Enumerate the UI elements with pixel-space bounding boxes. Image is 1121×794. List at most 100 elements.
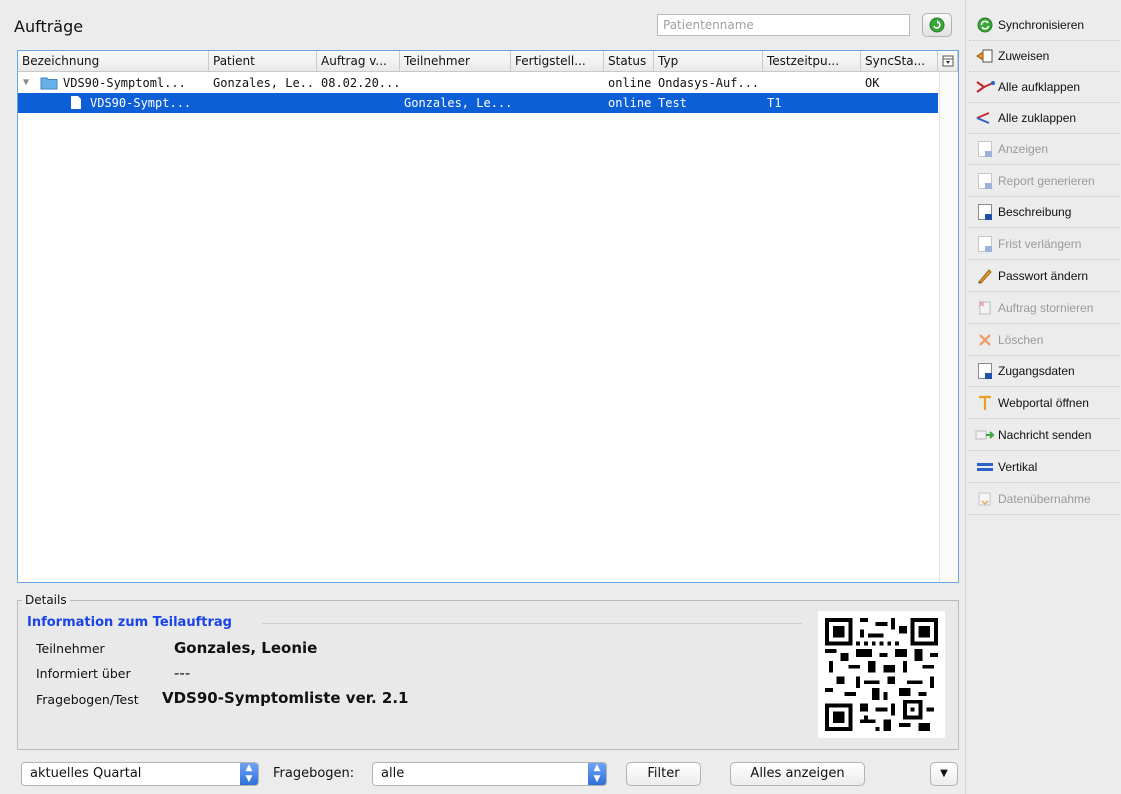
column-header-syncstatus[interactable]: SyncSta... (861, 51, 938, 72)
cell-status: online (608, 76, 652, 90)
sidebar-item-alle-aufklappen[interactable]: Alle aufklappen (969, 72, 1119, 103)
filter-button[interactable]: Filter (626, 762, 701, 786)
column-header-fertigstellung[interactable]: Fertigstell... (511, 51, 604, 72)
webportal-icon (975, 394, 995, 412)
qr-code (818, 611, 945, 738)
sidebar-item-label: Nachricht senden (998, 428, 1092, 442)
fragebogen-select-value: alle (381, 766, 405, 781)
patient-search-input[interactable]: Patientenname (657, 14, 910, 36)
extend-deadline-icon (975, 235, 995, 253)
sidebar-item-beschreibung[interactable]: Beschreibung (969, 197, 1119, 228)
details-legend: Details (22, 593, 70, 607)
sidebar-item-vertikal[interactable]: Vertikal (969, 452, 1119, 483)
period-select[interactable]: aktuelles Quartal ▲ ▼ (21, 762, 259, 786)
view-document-icon (975, 140, 995, 158)
sidebar-item-label: Anzeigen (998, 142, 1049, 156)
sidebar-item-label: Alle zuklappen (998, 111, 1077, 125)
column-header-testzeitpunkt[interactable]: Testzeitpu... (763, 51, 861, 72)
expand-triangle-icon[interactable]: ▼ (23, 73, 37, 93)
value-teilnehmer: Gonzales, Leonie (174, 639, 318, 657)
column-chooser-button[interactable] (938, 51, 958, 72)
column-header-auftrag[interactable]: Auftrag v... (317, 51, 400, 72)
refresh-icon (929, 17, 945, 33)
sidebar-item-loeschen[interactable]: Löschen (969, 325, 1119, 356)
cell-auftrag (321, 93, 400, 113)
delete-x-icon (975, 331, 995, 349)
value-fragebogen: VDS90-Symptomliste ver. 2.1 (162, 689, 409, 707)
sidebar-item-datenuebernahme[interactable]: Datenübernahme (969, 484, 1119, 515)
cell-bezeichnung: VDS90-Sympt... (90, 96, 192, 110)
sidebar-item-label: Synchronisieren (998, 18, 1085, 32)
more-options-button[interactable]: ▼ (930, 762, 958, 786)
column-header-status[interactable]: Status (604, 51, 654, 72)
column-header-teilnehmer[interactable]: Teilnehmer (400, 51, 511, 72)
sidebar-item-anzeigen[interactable]: Anzeigen (969, 134, 1119, 165)
fragebogen-label: Fragebogen: (273, 766, 355, 781)
select-arrows-icon: ▲ ▼ (240, 763, 258, 785)
column-header-typ[interactable]: Typ (654, 51, 763, 72)
cell-status: online (608, 96, 652, 110)
cell-patient: Gonzales, Le... (213, 76, 317, 90)
sidebar-item-zugangsdaten[interactable]: Zugangsdaten (969, 356, 1119, 387)
sync-icon (975, 16, 995, 34)
collapse-all-icon (975, 109, 995, 127)
vertical-scrollbar[interactable] (939, 72, 958, 582)
sidebar-item-auftrag-stornieren[interactable]: Auftrag stornieren (969, 293, 1119, 324)
folder-icon (40, 73, 60, 93)
sidebar-item-label: Alle aufklappen (998, 80, 1081, 94)
assign-icon (975, 47, 995, 65)
cell-testzeitpunkt: T1 (767, 96, 782, 110)
cancel-order-icon (975, 299, 995, 317)
sidebar-item-label: Zuweisen (998, 49, 1050, 63)
cell-typ: Test (658, 96, 687, 110)
sidebar-item-nachricht-senden[interactable]: Nachricht senden (969, 420, 1119, 451)
sidebar-item-frist-verlaengern[interactable]: Frist verlängern (969, 229, 1119, 260)
label-fragebogen: Fragebogen/Test (36, 692, 139, 707)
vertical-layout-icon (975, 458, 995, 476)
chevron-down-icon: ▼ (940, 768, 948, 779)
orders-table: Bezeichnung Patient Auftrag v... Teilneh… (17, 50, 959, 583)
cell-syncstatus: OK (865, 76, 880, 90)
sidebar-item-webportal-oeffnen[interactable]: Webportal öffnen (969, 388, 1119, 419)
cell-bezeichnung: VDS90-Symptoml... (63, 76, 186, 90)
sidebar-item-label: Zugangsdaten (998, 364, 1075, 378)
pencil-icon (975, 267, 995, 285)
sidebar-item-alle-zuklappen[interactable]: Alle zuklappen (969, 103, 1119, 134)
cell-patient (213, 93, 317, 113)
sidebar-item-label: Frist verlängern (998, 237, 1082, 251)
show-all-button[interactable]: Alles anzeigen (730, 762, 865, 786)
table-row-selected[interactable]: VDS90-Sympt... Gonzales, Le... online Te… (18, 93, 938, 113)
period-select-value: aktuelles Quartal (30, 766, 142, 781)
page-title: Aufträge (14, 17, 84, 36)
column-header-bezeichnung[interactable]: Bezeichnung (18, 51, 209, 72)
label-informiert: Informiert über (36, 666, 131, 681)
table-row[interactable]: ▼ VDS90-Symptoml... Gonzales, Le... 08.0… (18, 73, 938, 93)
cell-teilnehmer: Gonzales, Le... (404, 96, 511, 110)
details-section-title: Information zum Teilauftrag (27, 615, 232, 630)
refresh-button[interactable] (922, 13, 952, 37)
value-informiert: --- (174, 664, 191, 682)
data-import-icon (975, 490, 995, 508)
sidebar-item-report-generieren[interactable]: Report generieren (969, 166, 1119, 197)
sidebar-item-label: Auftrag stornieren (998, 301, 1094, 315)
cell-syncstatus (865, 93, 938, 113)
cell-auftrag: 08.02.20... (321, 76, 400, 90)
sidebar-item-synchronisieren[interactable]: Synchronisieren (969, 10, 1119, 41)
sidebar-item-label: Passwort ändern (998, 269, 1089, 283)
description-document-icon (975, 203, 995, 221)
expand-all-icon (975, 78, 995, 96)
cell-fertigstellung (515, 93, 604, 113)
sidebar-item-zuweisen[interactable]: Zuweisen (969, 41, 1119, 72)
cell-teilnehmer (404, 73, 511, 93)
sidebar-item-label: Webportal öffnen (998, 396, 1089, 410)
column-header-patient[interactable]: Patient (209, 51, 317, 72)
report-document-icon (975, 172, 995, 190)
select-arrows-icon: ▲ ▼ (588, 763, 606, 785)
cell-fertigstellung (515, 73, 604, 93)
fragebogen-select[interactable]: alle ▲ ▼ (372, 762, 607, 786)
main-panel: Aufträge Patientenname Bezeichnung Patie… (0, 0, 962, 794)
sidebar-item-label: Löschen (998, 333, 1044, 347)
sidebar-item-passwort-aendern[interactable]: Passwort ändern (969, 261, 1119, 292)
sidebar-item-label: Report generieren (998, 174, 1095, 188)
sidebar-item-label: Vertikal (998, 460, 1038, 474)
